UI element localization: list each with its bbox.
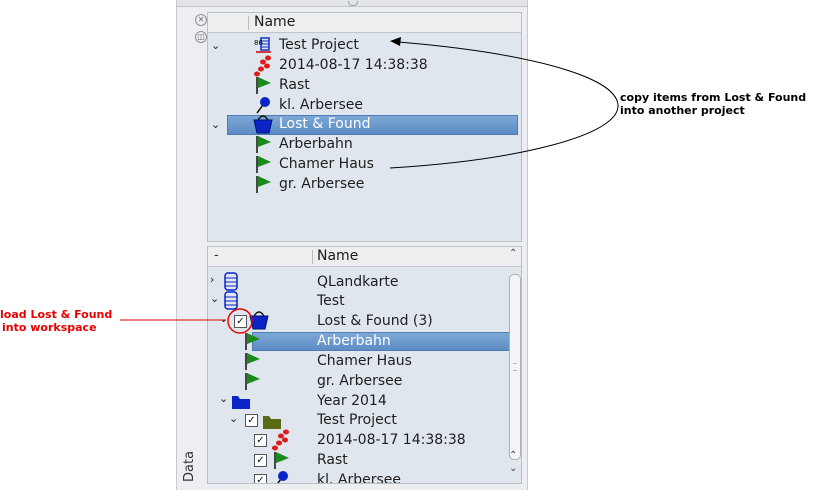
arrow-head-icon [390, 37, 401, 46]
load-annotation: load Lost & Found into workspace [0, 308, 113, 334]
copy-annotation: copy items from Lost & Found into anothe… [620, 91, 807, 117]
annotation-circle [227, 308, 253, 334]
annotation-overlay [120, 37, 619, 334]
